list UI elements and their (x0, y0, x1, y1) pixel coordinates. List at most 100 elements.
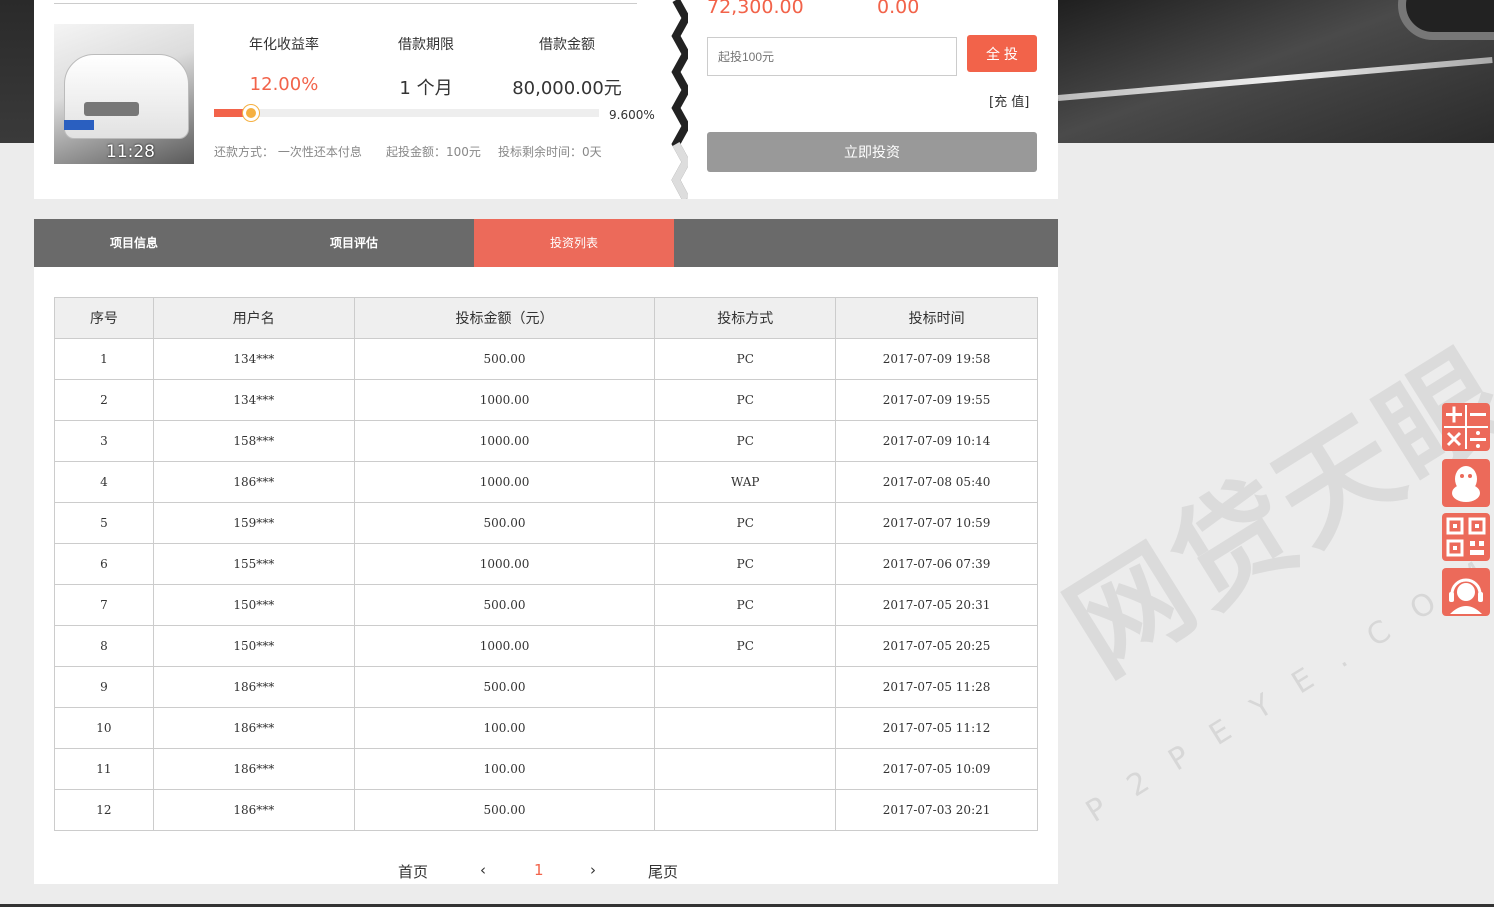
first-page-link[interactable]: 首页 (398, 861, 428, 882)
term-value: 1 个月 (399, 78, 453, 99)
cell-method: PC (654, 338, 837, 380)
account-balance: 0.00 (877, 0, 920, 18)
table-row: 3 158*** 1000.00 PC 2017-07-09 10:14 (54, 420, 1038, 462)
hero-trim (1058, 57, 1493, 101)
cell-username: 134*** (152, 379, 355, 421)
table-row: 5 159*** 500.00 PC 2017-07-07 10:59 (54, 502, 1038, 544)
cell-method (654, 789, 837, 831)
cell-amount: 1000.00 (353, 625, 656, 667)
loan-photo: 11:28 (54, 24, 194, 164)
pagination: 首页 ‹ 1 › 尾页 (34, 861, 1058, 885)
cell-amount: 1000.00 (353, 543, 656, 585)
cell-index: 2 (54, 379, 154, 421)
recharge-link[interactable]: [充 值] (989, 91, 1029, 110)
cell-time: 2017-07-08 05:40 (835, 461, 1038, 503)
all-in-button[interactable]: 全 投 (967, 35, 1037, 72)
current-page[interactable]: 1 (534, 861, 544, 879)
cell-index: 4 (54, 461, 154, 503)
cell-method (654, 707, 837, 749)
cell-amount: 1000.00 (353, 420, 656, 462)
cell-time: 2017-07-05 20:31 (835, 584, 1038, 626)
customer-service-icon-svg (1449, 578, 1483, 614)
cell-username: 150*** (152, 584, 355, 626)
cell-time: 2017-07-05 11:28 (835, 666, 1038, 708)
cell-username: 155*** (152, 543, 355, 585)
table-row: 2 134*** 1000.00 PC 2017-07-09 19:55 (54, 379, 1038, 421)
detail-tabs: 项目信息 项目评估 投资列表 (34, 219, 1058, 267)
repay-method: 还款方式： 一次性还本付息 (214, 145, 362, 159)
table-row: 6 155*** 1000.00 PC 2017-07-06 07:39 (54, 543, 1038, 585)
cell-time: 2017-07-05 11:12 (835, 707, 1038, 749)
time-left: 投标剩余时间：0天 (498, 145, 602, 159)
cell-time: 2017-07-03 20:21 (835, 789, 1038, 831)
table-row: 11 186*** 100.00 2017-07-05 10:09 (54, 748, 1038, 790)
cell-amount: 500.00 (353, 338, 656, 380)
cell-index: 6 (54, 543, 154, 585)
cell-username: 186*** (152, 789, 355, 831)
cell-method: PC (654, 420, 837, 462)
header-time: 投标时间 (835, 297, 1038, 339)
last-page-link[interactable]: 尾页 (648, 861, 678, 882)
zigzag-divider (671, 0, 688, 199)
qr-code-icon-svg (1446, 517, 1486, 557)
rate-value: 12.00% (249, 74, 319, 95)
hero-handle (1398, 0, 1494, 40)
rate-label: 年化收益率 (249, 37, 319, 53)
car-grille (84, 102, 139, 116)
tab-project-info[interactable]: 项目信息 (34, 219, 234, 267)
amount-label: 借款金额 (539, 37, 595, 53)
cell-time: 2017-07-05 10:09 (835, 748, 1038, 790)
cell-method: PC (654, 379, 837, 421)
photo-timestamp: 11:28 (106, 142, 155, 162)
cell-amount: 500.00 (353, 666, 656, 708)
rate-stat: 年化收益率 12.00% (214, 34, 354, 95)
cell-amount: 1000.00 (353, 379, 656, 421)
cell-index: 7 (54, 584, 154, 626)
cell-index: 5 (54, 502, 154, 544)
qq-icon[interactable] (1442, 459, 1490, 507)
cell-time: 2017-07-07 10:59 (835, 502, 1038, 544)
next-page-icon[interactable]: › (590, 861, 596, 879)
min-invest: 起投金额：100元 (386, 145, 481, 159)
cell-index: 3 (54, 420, 154, 462)
term-stat: 借款期限 1 个月 (356, 34, 496, 100)
table-row: 12 186*** 500.00 2017-07-03 20:21 (54, 789, 1038, 831)
cell-time: 2017-07-06 07:39 (835, 543, 1038, 585)
calculator-icon[interactable] (1442, 403, 1490, 451)
cell-username: 159*** (152, 502, 355, 544)
cell-amount: 100.00 (353, 748, 656, 790)
customer-service-icon[interactable] (1442, 568, 1490, 616)
progress-knob (242, 105, 259, 121)
cell-method: WAP (654, 461, 837, 503)
cell-username: 158*** (152, 420, 355, 462)
cell-amount: 100.00 (353, 707, 656, 749)
cell-index: 1 (54, 338, 154, 380)
cell-index: 9 (54, 666, 154, 708)
loan-summary-card: 11:28 年化收益率 12.00% 借款期限 1 个月 借款金额 80,000… (34, 0, 1058, 199)
header-method: 投标方式 (654, 297, 837, 339)
qq-icon-svg (1452, 466, 1480, 502)
investment-table: 序号 用户名 投标金额（元） 投标方式 投标时间 1 134*** 500.00 PC… (54, 297, 1038, 831)
tab-project-assessment[interactable]: 项目评估 (234, 219, 474, 267)
prev-page-icon[interactable]: ‹ (480, 861, 486, 879)
cell-method: PC (654, 625, 837, 667)
cell-method: PC (654, 584, 837, 626)
cell-amount: 500.00 (353, 584, 656, 626)
progress-percent: 9.600% (609, 108, 655, 122)
table-row: 7 150*** 500.00 PC 2017-07-05 20:31 (54, 584, 1038, 626)
invest-amount-input[interactable] (707, 37, 957, 76)
amount-stat: 借款金额 80,000.00元 (497, 34, 637, 100)
table-row: 10 186*** 100.00 2017-07-05 11:12 (54, 707, 1038, 749)
cell-index: 8 (54, 625, 154, 667)
tab-investment-list[interactable]: 投资列表 (474, 219, 674, 267)
table-row: 9 186*** 500.00 2017-07-05 11:28 (54, 666, 1038, 708)
term-label: 借款期限 (398, 37, 454, 53)
qr-code-icon[interactable] (1442, 513, 1490, 561)
cell-method: PC (654, 502, 837, 544)
cell-time: 2017-07-09 10:14 (835, 420, 1038, 462)
funding-progress-bar (214, 105, 599, 121)
invest-now-button[interactable]: 立即投资 (707, 132, 1037, 172)
cell-username: 134*** (152, 338, 355, 380)
cell-amount: 500.00 (353, 789, 656, 831)
cell-time: 2017-07-05 20:25 (835, 625, 1038, 667)
